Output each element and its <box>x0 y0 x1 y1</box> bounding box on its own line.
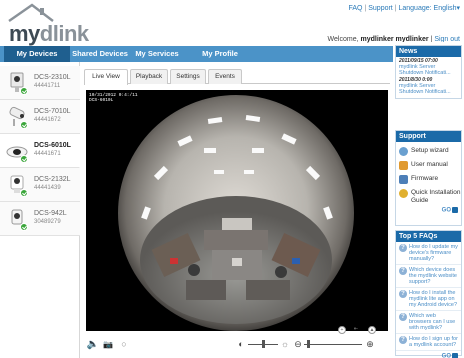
faq-go-link[interactable]: GO <box>396 351 461 358</box>
brightness-low-icon: ◐ <box>238 339 244 349</box>
nav-shared-devices[interactable]: Shared Devices <box>72 46 128 62</box>
fisheye-camera-image <box>86 90 388 331</box>
nav-my-profile[interactable]: My Profile <box>196 46 244 62</box>
wand-icon <box>399 147 408 156</box>
nav-my-devices[interactable]: My Devices <box>4 46 70 62</box>
device-list: DCS-2310L 44441711 DCS-7010L 44441672 DC… <box>0 62 80 358</box>
device-id: 44441672 <box>34 117 61 123</box>
device-name: DCS-2310L <box>34 74 71 81</box>
online-status-icon <box>20 223 28 231</box>
tab-live-view[interactable]: Live View <box>84 69 128 85</box>
right-sidebar: News 2011/09/15 07:00 mydlink Server Shu… <box>393 42 464 358</box>
news-item[interactable]: 2011/09/15 07:00 mydlink Server Shutdown… <box>396 57 461 76</box>
device-id: 30489279 <box>34 219 61 225</box>
faq-link[interactable]: FAQ <box>349 5 363 12</box>
camera-tabs: Live View Playback Settings Events <box>84 69 390 85</box>
zoom-in-icon[interactable]: ⊕ <box>365 338 375 351</box>
faq-box: Top 5 FAQs ? How do I update my device's … <box>395 230 462 358</box>
nav-my-services[interactable]: My Services <box>130 46 184 62</box>
faq-item[interactable]: ? Which device does the mydlink website s… <box>396 265 461 288</box>
question-icon: ? <box>399 336 407 344</box>
main-nav: My Devices Shared Devices My Services My… <box>0 46 393 62</box>
question-icon: ? <box>399 290 407 298</box>
arrow-right-icon <box>452 353 458 358</box>
device-id: 44441439 <box>34 185 61 191</box>
live-video-view[interactable]: 10/31/2012 0:4:/11 DCS-6010L <box>86 90 388 331</box>
fullscreen-icon[interactable]: ▲ <box>368 326 376 334</box>
faq-item[interactable]: ? How do I install the mydlink lite app o… <box>396 288 461 311</box>
speaker-icon[interactable]: 🔈 <box>86 338 100 351</box>
zoom-slider-handle[interactable] <box>307 340 310 348</box>
device-name: DCS-7010L <box>34 108 71 115</box>
logo-text-dlink: dlink <box>39 21 89 46</box>
video-timestamp: 10/31/2012 0:4:/11 DCS-6010L <box>89 93 138 103</box>
news-title[interactable]: mydlink Server Shutdown Notificati... <box>399 83 458 95</box>
expand-icon[interactable]: ⇤ <box>352 326 360 334</box>
online-status-icon <box>20 121 28 129</box>
brightness-slider-handle[interactable] <box>262 340 265 348</box>
language-selector[interactable]: Language: English▾ <box>398 5 460 12</box>
top-links: FAQ | Support | Language: English▾ <box>348 5 461 12</box>
house-roof-icon <box>8 3 54 22</box>
device-item[interactable]: DCS-942L 30489279 <box>0 202 80 236</box>
device-name: DCS-6010L <box>34 142 71 149</box>
logo-text-my: my <box>9 21 40 46</box>
zoom-reset-icon[interactable]: + <box>338 326 346 334</box>
mydlink-portal: mydlink FAQ | Support | Language: Englis… <box>0 0 464 358</box>
device-item[interactable]: DCS-2310L 44441711 <box>0 66 80 100</box>
faq-item[interactable]: ? Which web browsers can I use with mydli… <box>396 311 461 334</box>
faq-heading: Top 5 FAQs <box>396 231 461 242</box>
chip-icon <box>399 175 408 184</box>
header: mydlink FAQ | Support | Language: Englis… <box>0 0 464 46</box>
support-heading: Support <box>396 131 461 142</box>
welcome-text: Welcome, <box>327 36 359 43</box>
device-name: DCS-2132L <box>34 176 71 183</box>
device-item-selected[interactable]: DCS-6010L 44441671 <box>0 134 80 168</box>
snapshot-icon[interactable]: 📷 <box>102 338 114 351</box>
support-go-link[interactable]: GO <box>396 205 461 216</box>
device-id: 44441711 <box>34 83 61 89</box>
device-id: 44441671 <box>34 151 61 157</box>
video-controls: 🔈 📷 ○ ◐ ☼ ⊖ ⊕ <box>86 336 388 354</box>
user-manual-link[interactable]: User manual <box>396 158 461 172</box>
news-item[interactable]: 2011/8/30 0:00 mydlink Server Shutdown N… <box>396 76 461 95</box>
main-panel: Live View Playback Settings Events 10/31… <box>80 62 393 358</box>
device-item[interactable]: DCS-2132L 44441439 <box>0 168 80 202</box>
setup-wizard-link[interactable]: Setup wizard <box>396 144 461 158</box>
tab-settings[interactable]: Settings <box>170 69 206 84</box>
view-controls: + ⇤ ▲ <box>338 326 388 336</box>
arrow-right-icon <box>452 207 458 213</box>
online-status-icon <box>20 87 28 95</box>
mydlink-logo[interactable]: mydlink <box>6 3 89 46</box>
news-box: News 2011/09/15 07:00 mydlink Server Shu… <box>395 45 462 99</box>
firmware-link[interactable]: Firmware <box>396 172 461 186</box>
news-title[interactable]: mydlink Server Shutdown Notificati... <box>399 64 458 76</box>
online-status-icon <box>20 155 28 163</box>
tab-playback[interactable]: Playback <box>130 69 168 84</box>
book-icon <box>399 161 408 170</box>
question-icon: ? <box>399 267 407 275</box>
question-icon: ? <box>399 313 407 321</box>
support-box: Support Setup wizard User manual Firmwar… <box>395 130 462 226</box>
quick-install-guide-link[interactable]: Quick Installation Guide <box>396 186 461 205</box>
device-name: DCS-942L <box>34 210 67 217</box>
faq-item[interactable]: ? How do I update my device's firmware ma… <box>396 242 461 265</box>
tab-events[interactable]: Events <box>208 69 242 84</box>
zoom-slider[interactable] <box>304 344 362 345</box>
zoom-out-icon[interactable]: ⊖ <box>293 338 303 351</box>
device-item[interactable]: DCS-7010L 44441672 <box>0 100 80 134</box>
support-link[interactable]: Support <box>368 5 393 12</box>
news-heading: News <box>396 46 461 57</box>
faq-item[interactable]: ? How do I sign up for a mydlink account? <box>396 334 461 351</box>
online-status-icon <box>20 189 28 197</box>
record-icon[interactable]: ○ <box>118 338 130 351</box>
brightness-high-icon: ☼ <box>280 339 290 349</box>
gears-icon <box>399 189 408 198</box>
question-icon: ? <box>399 244 407 252</box>
